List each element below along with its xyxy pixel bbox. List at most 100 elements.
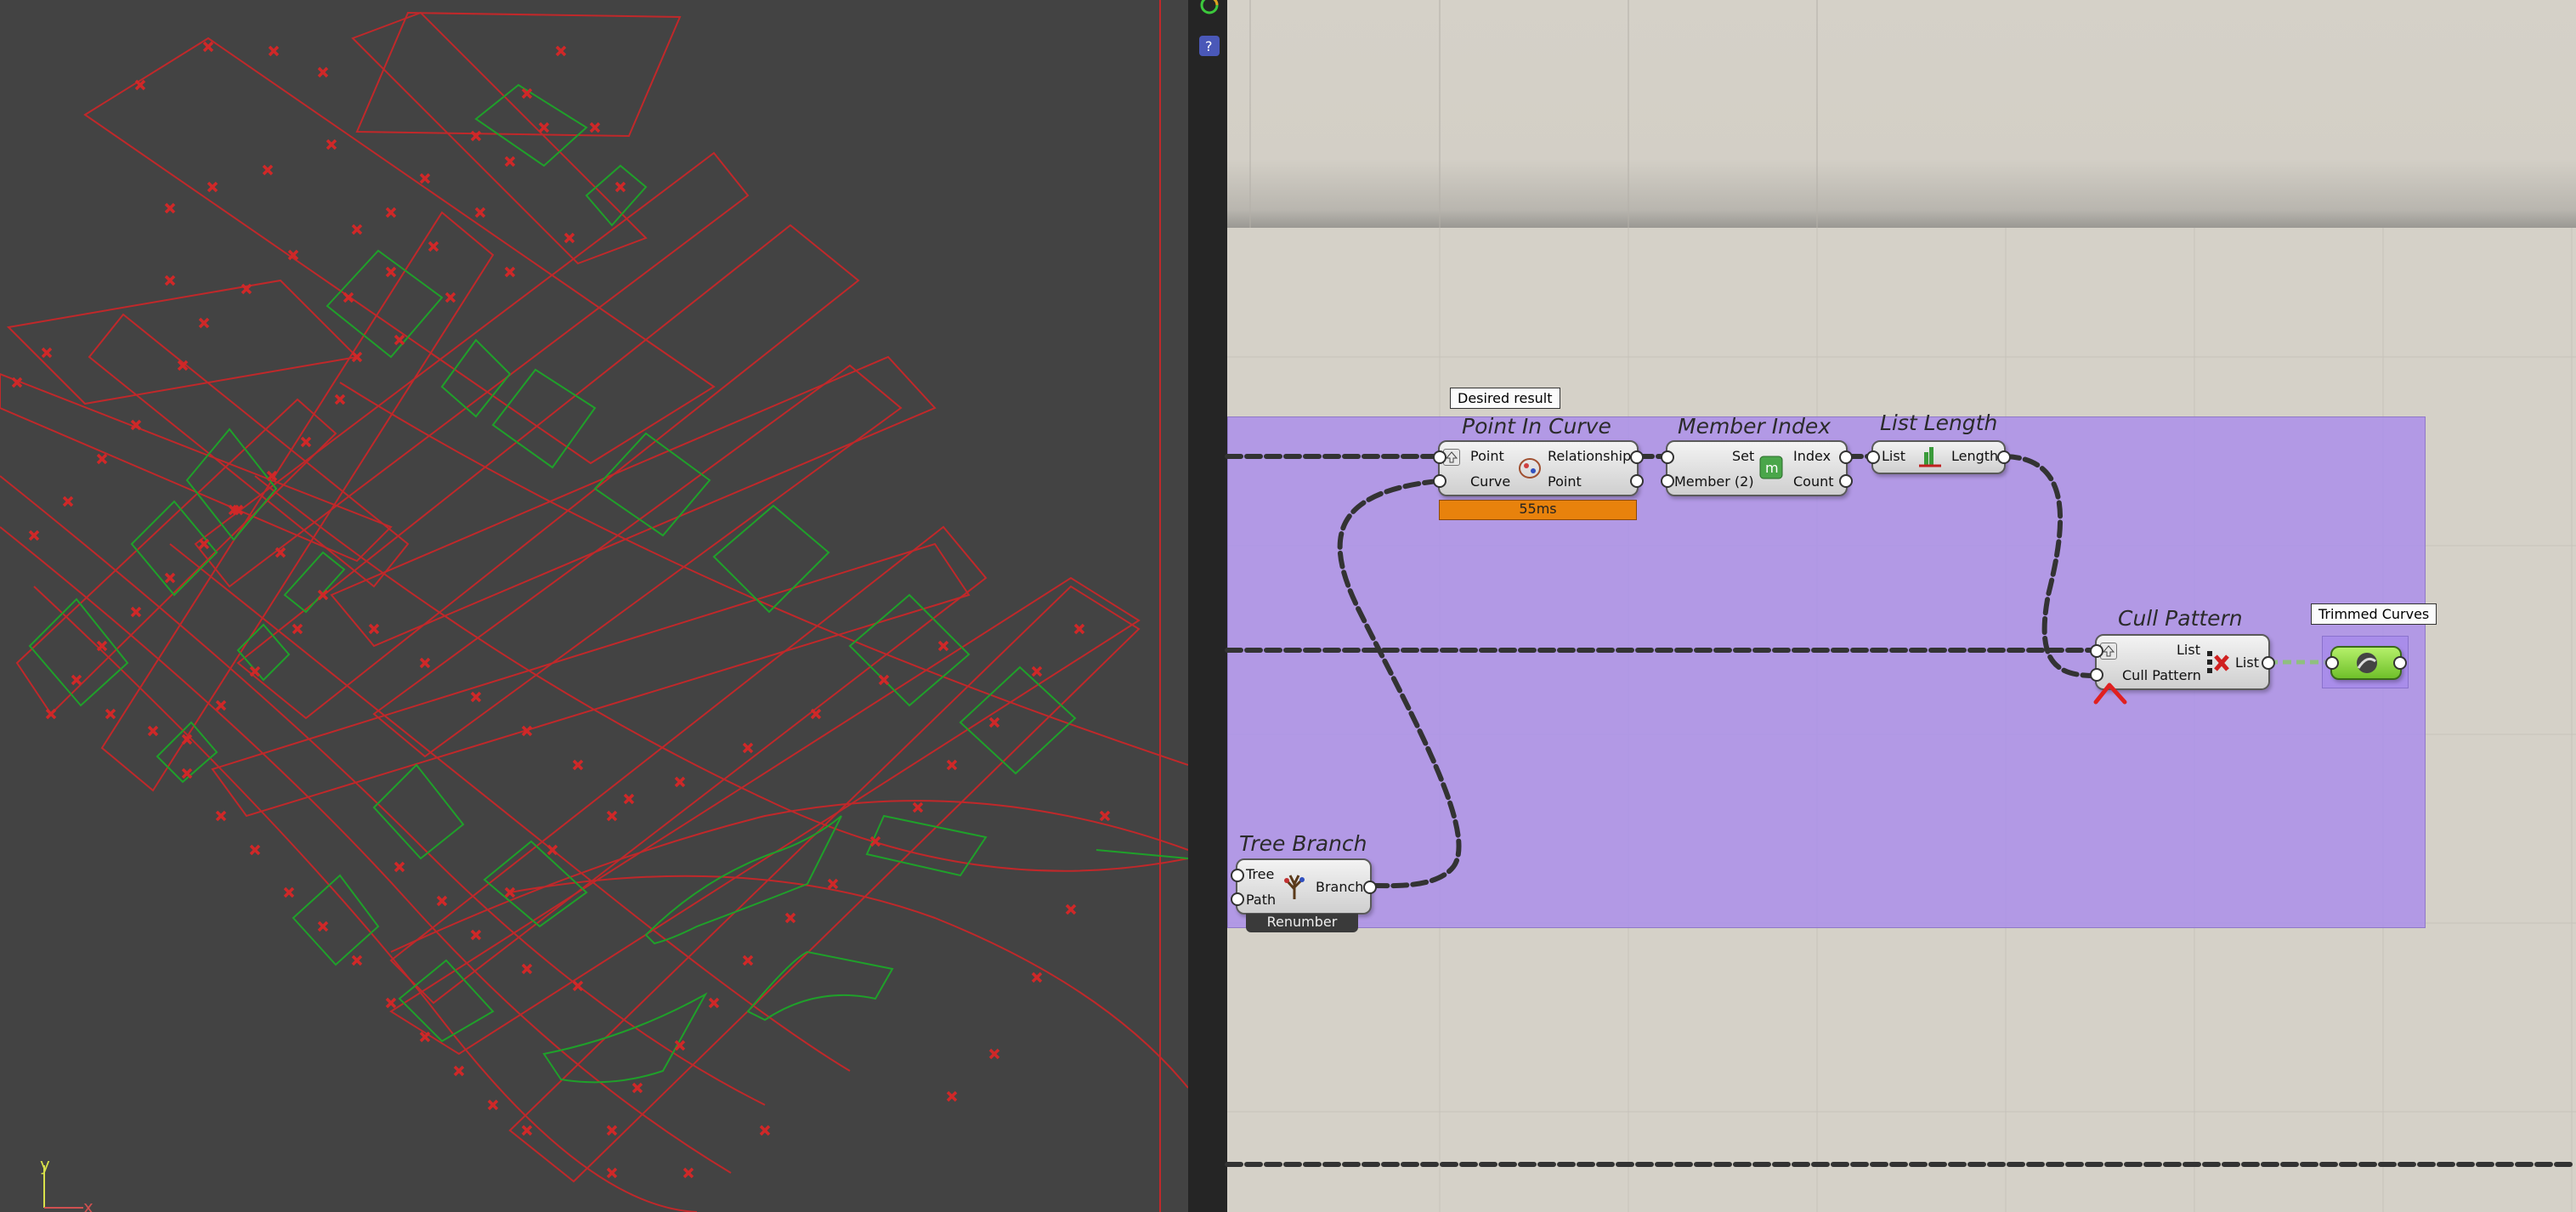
output-relationship: Relationship bbox=[1548, 448, 1632, 464]
point-marker bbox=[606, 1167, 618, 1179]
grip-param-out[interactable] bbox=[2393, 656, 2407, 670]
point-marker bbox=[300, 436, 312, 448]
renumber-flag: Renumber bbox=[1246, 914, 1358, 932]
output-branch: Branch bbox=[1316, 879, 1364, 895]
grip-member-in[interactable] bbox=[1661, 474, 1674, 488]
axis-y-label: y bbox=[40, 1154, 50, 1175]
point-marker bbox=[202, 41, 214, 53]
point-marker bbox=[268, 45, 280, 57]
point-marker bbox=[393, 334, 405, 346]
point-marker bbox=[419, 173, 431, 184]
panel-divider[interactable]: ? bbox=[1188, 0, 1227, 1212]
point-marker bbox=[62, 496, 74, 507]
point-marker bbox=[708, 997, 720, 1009]
point-marker bbox=[742, 954, 754, 966]
list-length-icon bbox=[1916, 444, 1945, 473]
output-length: Length bbox=[1951, 448, 1999, 464]
rhino-viewport[interactable]: y x bbox=[0, 0, 1188, 1212]
input-path: Path bbox=[1246, 892, 1277, 908]
point-marker bbox=[453, 1065, 465, 1077]
input-list: List bbox=[2177, 642, 2200, 658]
grip-point-out[interactable] bbox=[1630, 474, 1644, 488]
member-index-component[interactable]: Set Member (2) Index Count m bbox=[1661, 440, 1853, 496]
tree-branch-component[interactable]: Tree Path Branch bbox=[1231, 858, 1377, 915]
grip-count-out[interactable] bbox=[1839, 474, 1853, 488]
point-marker bbox=[784, 912, 796, 924]
point-marker bbox=[521, 1124, 533, 1136]
point-marker bbox=[555, 45, 567, 57]
point-marker bbox=[215, 810, 227, 822]
grip-point-in[interactable] bbox=[1433, 450, 1447, 464]
grip-list-in[interactable] bbox=[1866, 450, 1880, 464]
point-marker bbox=[546, 844, 558, 856]
point-marker bbox=[96, 453, 108, 465]
output-count: Count bbox=[1793, 473, 1834, 490]
grip-tree-in[interactable] bbox=[1231, 869, 1244, 882]
point-marker bbox=[674, 776, 686, 788]
error-mark-icon bbox=[2093, 682, 2127, 705]
point-marker bbox=[215, 699, 227, 711]
point-marker bbox=[164, 275, 176, 286]
point-marker bbox=[614, 181, 626, 193]
member-index-icon: m bbox=[1759, 456, 1783, 483]
input-curve: Curve bbox=[1470, 473, 1511, 490]
point-marker bbox=[827, 878, 839, 890]
point-marker bbox=[147, 725, 159, 737]
point-marker bbox=[937, 640, 949, 652]
point-marker bbox=[474, 207, 486, 218]
point-marker bbox=[487, 1099, 499, 1111]
point-marker bbox=[742, 742, 754, 754]
grip-set-in[interactable] bbox=[1661, 450, 1674, 464]
grip-branch-out[interactable] bbox=[1363, 881, 1377, 894]
grip-path-in[interactable] bbox=[1231, 892, 1244, 906]
point-marker bbox=[572, 980, 584, 992]
point-in-curve-component[interactable]: Point Curve Relationship Point bbox=[1433, 440, 1644, 496]
point-marker bbox=[606, 810, 618, 822]
grip-param-in[interactable] bbox=[2325, 656, 2339, 670]
point-marker bbox=[606, 1124, 618, 1136]
viewport-geometry bbox=[0, 0, 1188, 1212]
grip-length-out[interactable] bbox=[1997, 450, 2011, 464]
point-marker bbox=[504, 266, 516, 278]
list-length-component[interactable]: List Length bbox=[1866, 440, 2011, 474]
point-marker bbox=[393, 861, 405, 873]
point-marker bbox=[988, 716, 1000, 728]
point-marker bbox=[427, 241, 439, 252]
cull-pattern-icon bbox=[2205, 649, 2231, 678]
color-wheel-icon[interactable] bbox=[1199, 0, 1220, 15]
member-index-title: Member Index bbox=[1678, 414, 1832, 439]
point-marker bbox=[946, 1090, 958, 1102]
point-marker bbox=[28, 530, 40, 541]
point-marker bbox=[334, 394, 346, 405]
grip-relationship-out[interactable] bbox=[1630, 450, 1644, 464]
point-marker bbox=[134, 79, 146, 91]
help-icon[interactable]: ? bbox=[1199, 36, 1220, 56]
point-marker bbox=[436, 895, 448, 907]
point-marker bbox=[521, 963, 533, 975]
point-marker bbox=[198, 538, 210, 550]
point-marker bbox=[71, 674, 82, 686]
point-marker bbox=[207, 181, 218, 193]
input-point: Point bbox=[1470, 448, 1504, 464]
point-marker bbox=[810, 708, 822, 720]
input-list: List bbox=[1882, 448, 1905, 464]
point-marker bbox=[181, 767, 193, 779]
trimmed-curves-param[interactable] bbox=[2325, 646, 2407, 680]
point-marker bbox=[45, 708, 57, 720]
grip-list-in[interactable] bbox=[2090, 644, 2103, 658]
point-marker bbox=[419, 657, 431, 669]
grip-curve-in[interactable] bbox=[1433, 474, 1447, 488]
input-cull-pattern: Cull Pattern bbox=[2122, 667, 2201, 683]
point-marker bbox=[1099, 810, 1111, 822]
point-marker bbox=[682, 1167, 694, 1179]
point-marker bbox=[759, 1124, 771, 1136]
grip-list-out[interactable] bbox=[2262, 656, 2275, 670]
curve-param-icon bbox=[2353, 649, 2381, 680]
tree-branch-icon bbox=[1280, 872, 1309, 904]
point-marker bbox=[262, 164, 274, 176]
point-marker bbox=[589, 122, 601, 133]
grip-index-out[interactable] bbox=[1839, 450, 1853, 464]
point-marker bbox=[385, 997, 397, 1009]
point-marker bbox=[317, 66, 329, 78]
point-in-curve-title: Point In Curve bbox=[1462, 414, 1611, 439]
